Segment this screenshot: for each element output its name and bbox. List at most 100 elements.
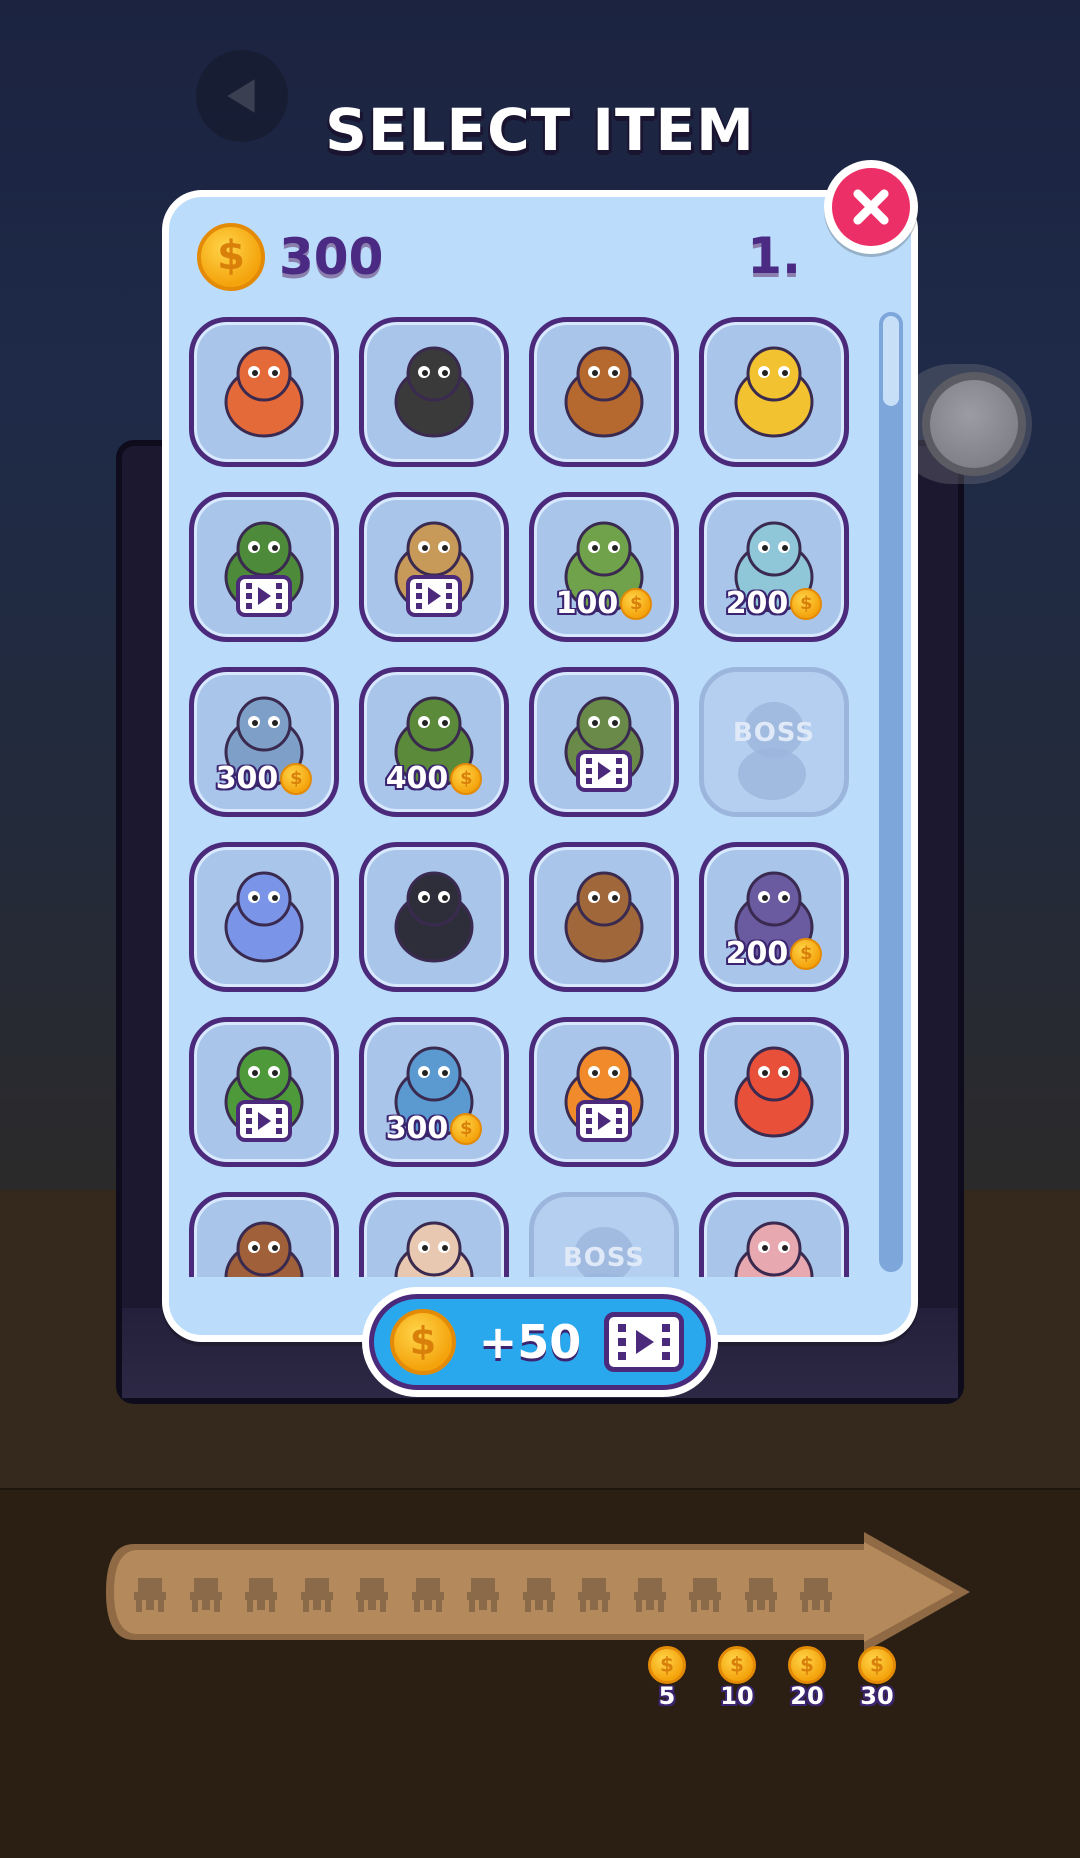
price-tag: 100 bbox=[534, 586, 674, 621]
item-tile-banana-monkey[interactable] bbox=[699, 317, 849, 467]
item-tile-earth-cow[interactable]: 300 bbox=[359, 1017, 509, 1167]
select-item-panel: 300 1. 100 200 300 400 BOSS 200 300 BOSS bbox=[162, 190, 918, 1342]
item-tile-gangster-bear[interactable] bbox=[529, 842, 679, 992]
coin-icon bbox=[450, 762, 483, 795]
coin-icon bbox=[197, 223, 265, 291]
price-tag: 300 bbox=[194, 761, 334, 796]
price-tag: 200 bbox=[704, 586, 844, 621]
milestone-reward: 20 bbox=[782, 1646, 832, 1710]
mustache-man-icon bbox=[202, 1205, 326, 1277]
video-ad-icon bbox=[604, 1312, 684, 1372]
item-tile-cat[interactable] bbox=[189, 317, 339, 467]
seat-icon bbox=[241, 1578, 281, 1614]
item-tile-watermelon-walker[interactable] bbox=[699, 1017, 849, 1167]
penguin-sunglasses-icon bbox=[372, 855, 496, 979]
coin-icon bbox=[790, 937, 823, 970]
coin-icon bbox=[718, 1646, 756, 1684]
item-tile-pig-bomb[interactable] bbox=[699, 1192, 849, 1277]
seat-icon bbox=[463, 1578, 503, 1614]
milestone-value: 10 bbox=[720, 1682, 754, 1710]
seat-icon bbox=[186, 1578, 226, 1614]
close-button[interactable] bbox=[824, 160, 918, 254]
item-tile-orange-hands[interactable] bbox=[529, 1017, 679, 1167]
video-ad-icon bbox=[406, 575, 462, 617]
item-tile-octopus[interactable] bbox=[189, 842, 339, 992]
reward-amount: +50 bbox=[478, 1315, 582, 1369]
balance-amount: 300 bbox=[279, 228, 384, 286]
milestone-reward: 30 bbox=[852, 1646, 902, 1710]
item-grid-viewport[interactable]: 100 200 300 400 BOSS 200 300 BOSS bbox=[189, 317, 869, 1277]
milestone-reward: 10 bbox=[712, 1646, 762, 1710]
seat-icon bbox=[297, 1578, 337, 1614]
seat-icon bbox=[741, 1578, 781, 1614]
milestone-value: 30 bbox=[860, 1682, 894, 1710]
item-tile-camel-fridge[interactable] bbox=[359, 492, 509, 642]
coin-icon bbox=[390, 1309, 456, 1375]
capybara-icon bbox=[542, 330, 666, 454]
price-value: 200 bbox=[725, 936, 789, 971]
watch-ad-reward-button[interactable]: +50 bbox=[362, 1287, 718, 1397]
video-ad-icon bbox=[576, 750, 632, 792]
item-tile-shark-sneakers[interactable]: 300 bbox=[189, 667, 339, 817]
item-tile-capybara[interactable] bbox=[529, 317, 679, 467]
video-ad-icon bbox=[236, 1100, 292, 1142]
joystick-knob[interactable] bbox=[922, 372, 1026, 476]
item-grid: 100 200 300 400 BOSS 200 300 BOSS bbox=[189, 317, 869, 1277]
coin-icon bbox=[788, 1646, 826, 1684]
watermelon-walker-icon bbox=[712, 1030, 836, 1154]
seat-icon bbox=[519, 1578, 559, 1614]
boss-label: BOSS bbox=[732, 718, 816, 748]
item-tile-planet-cow[interactable]: 200 bbox=[699, 492, 849, 642]
scrollbar-thumb[interactable] bbox=[883, 316, 899, 406]
seat-icon bbox=[630, 1578, 670, 1614]
item-tile-mustache-man[interactable] bbox=[189, 1192, 339, 1277]
coin-icon bbox=[858, 1646, 896, 1684]
item-tile-cactus-elephant[interactable]: 100 bbox=[529, 492, 679, 642]
coin-icon bbox=[620, 587, 653, 620]
seat-icon bbox=[574, 1578, 614, 1614]
item-tile-boss-silhouette: BOSS bbox=[699, 667, 849, 817]
coin-icon bbox=[280, 762, 313, 795]
coffee-cup-lady-icon bbox=[372, 1205, 496, 1277]
coin-balance: 300 bbox=[197, 223, 383, 291]
item-tile-coffee-cup-lady[interactable] bbox=[359, 1192, 509, 1277]
price-value: 300 bbox=[385, 1111, 449, 1146]
item-tile-penguin-sunglasses[interactable] bbox=[359, 842, 509, 992]
video-ad-icon bbox=[236, 575, 292, 617]
banana-monkey-icon bbox=[712, 330, 836, 454]
boss-label: BOSS bbox=[562, 1243, 646, 1273]
seat-icon bbox=[130, 1578, 170, 1614]
price-tag: 400 bbox=[364, 761, 504, 796]
coin-icon bbox=[790, 587, 823, 620]
coffee-cup-ninja-icon bbox=[372, 330, 496, 454]
video-ad-icon bbox=[576, 1100, 632, 1142]
milestone-value: 5 bbox=[658, 1682, 676, 1710]
item-tile-croc-watermelon[interactable] bbox=[189, 1017, 339, 1167]
scrollbar[interactable] bbox=[879, 312, 903, 1272]
pig-bomb-icon bbox=[712, 1205, 836, 1277]
item-tile-mossy-troll[interactable] bbox=[529, 667, 679, 817]
octopus-icon bbox=[202, 855, 326, 979]
seat-icon bbox=[408, 1578, 448, 1614]
price-tag: 300 bbox=[364, 1111, 504, 1146]
price-value: 400 bbox=[385, 761, 449, 796]
price-value: 200 bbox=[725, 586, 789, 621]
item-tile-frog-tire[interactable] bbox=[189, 492, 339, 642]
item-tile-coffee-cup-ninja[interactable] bbox=[359, 317, 509, 467]
item-tile-pigeon-coat[interactable]: 200 bbox=[699, 842, 849, 992]
item-tile-crocodile-plane[interactable]: 400 bbox=[359, 667, 509, 817]
seat-icon bbox=[685, 1578, 725, 1614]
seat-icon bbox=[796, 1578, 836, 1614]
item-tile-boss-silhouette-2: BOSS bbox=[529, 1192, 679, 1277]
screen-title: SELECT ITEM bbox=[325, 96, 755, 164]
milestone-value: 20 bbox=[790, 1682, 824, 1710]
price-tag: 200 bbox=[704, 936, 844, 971]
milestone-reward: 5 bbox=[642, 1646, 692, 1710]
coin-icon bbox=[450, 1112, 483, 1145]
close-icon bbox=[853, 189, 889, 225]
gangster-bear-icon bbox=[542, 855, 666, 979]
price-value: 300 bbox=[215, 761, 279, 796]
seat-icon bbox=[352, 1578, 392, 1614]
price-value: 100 bbox=[555, 586, 619, 621]
cat-icon bbox=[202, 330, 326, 454]
